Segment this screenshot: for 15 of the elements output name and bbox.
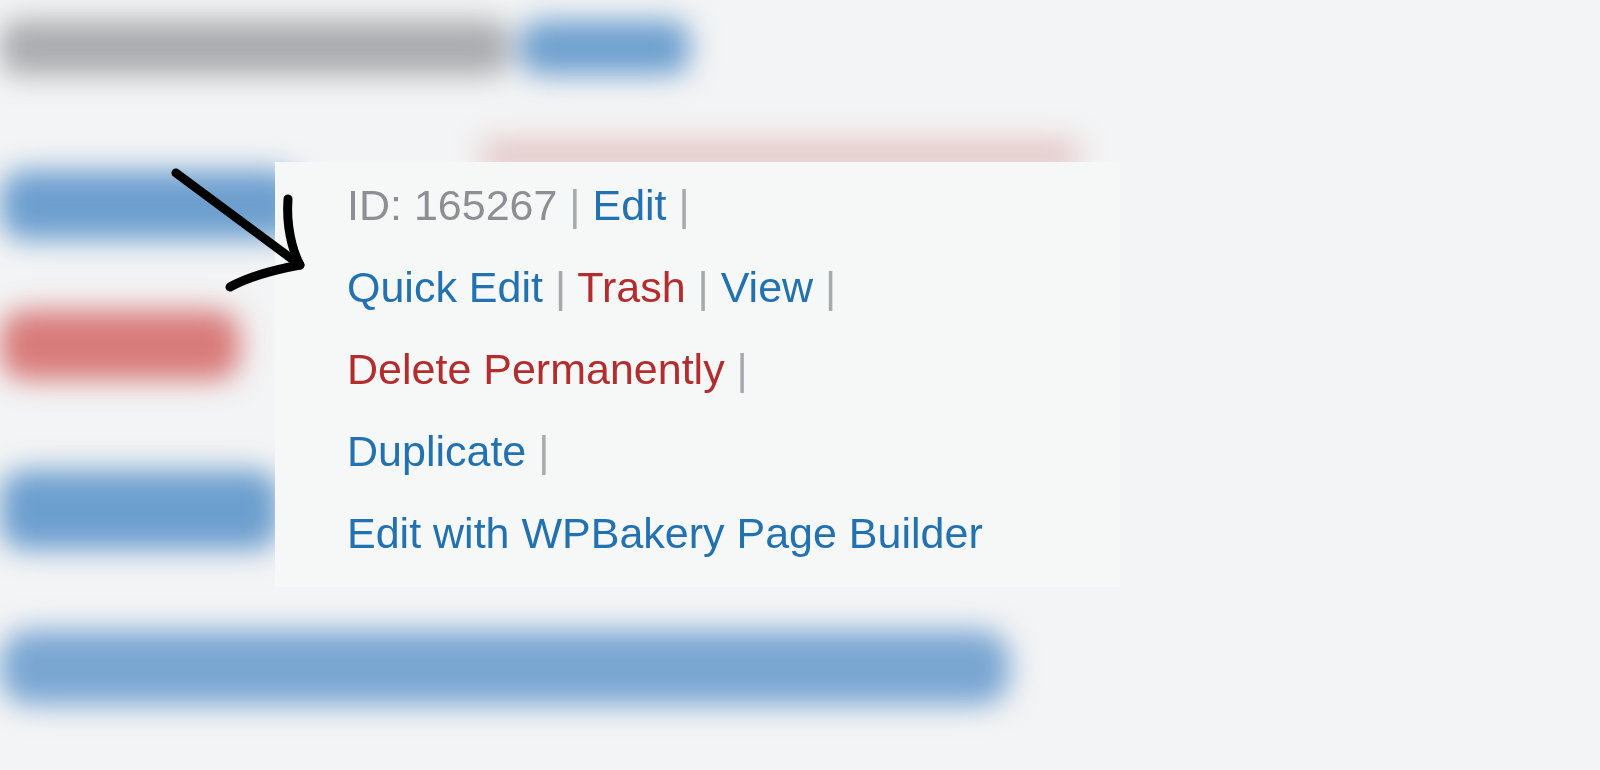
separator: | bbox=[735, 345, 748, 393]
delete-link[interactable]: Delete Permanently bbox=[347, 345, 725, 393]
delete-link[interactable]: Trash bbox=[577, 263, 686, 311]
separator: | bbox=[677, 181, 690, 229]
separator: | bbox=[553, 263, 567, 311]
action-link[interactable]: Duplicate bbox=[347, 427, 527, 475]
separator: | bbox=[696, 263, 709, 311]
separator: | bbox=[568, 181, 581, 229]
action-link[interactable]: Quick Edit bbox=[347, 263, 543, 311]
post-id-text: ID: 165267 bbox=[347, 181, 558, 229]
action-link[interactable]: Edit bbox=[592, 181, 667, 229]
separator: | bbox=[824, 263, 837, 311]
action-link[interactable]: Edit with WPBakery Page Builder bbox=[347, 509, 983, 557]
separator: | bbox=[537, 427, 550, 475]
action-link[interactable]: View bbox=[720, 263, 814, 311]
